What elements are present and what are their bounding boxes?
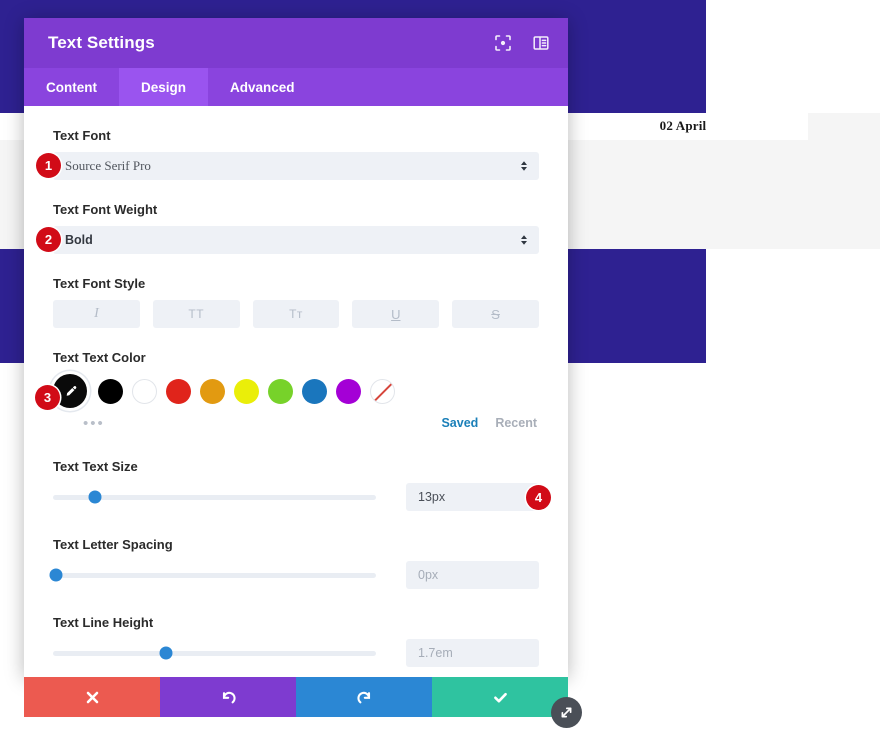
text-font-style-label: Text Font Style bbox=[53, 276, 146, 291]
undo-button[interactable] bbox=[160, 677, 296, 717]
save-button[interactable] bbox=[432, 677, 568, 717]
letter-spacing-label: Text Letter Spacing bbox=[53, 537, 173, 552]
swatch-purple[interactable] bbox=[336, 378, 361, 404]
text-size-slider-row: 13px 4 bbox=[53, 483, 551, 511]
redo-button[interactable] bbox=[296, 677, 432, 717]
field-text-font: Text Font 1 Source Serif Pro bbox=[36, 128, 539, 180]
text-font-weight-label: Text Font Weight bbox=[53, 202, 158, 217]
callout-badge-3: 3 bbox=[35, 385, 60, 410]
slider-thumb[interactable] bbox=[159, 646, 173, 660]
text-font-weight-select[interactable]: 2 Bold bbox=[36, 226, 539, 254]
tab-advanced[interactable]: Advanced bbox=[208, 68, 317, 106]
text-size-label: Text Text Size bbox=[53, 459, 138, 474]
check-icon bbox=[492, 689, 509, 706]
line-height-slider[interactable] bbox=[53, 643, 376, 663]
text-font-weight-value: Bold bbox=[65, 233, 93, 247]
color-tab-links: Saved Recent bbox=[441, 416, 539, 430]
modal-header-actions bbox=[494, 34, 550, 52]
swatch-transparent[interactable] bbox=[370, 378, 395, 404]
text-font-value: Source Serif Pro bbox=[65, 158, 151, 173]
chevron-updown-icon bbox=[519, 158, 529, 174]
text-size-slider[interactable] bbox=[53, 487, 376, 507]
field-text-font-style: Text Font Style I TT Tᴛ U S bbox=[53, 276, 539, 328]
line-height-input[interactable]: 1.7em bbox=[406, 639, 539, 667]
strikethrough-button[interactable]: S bbox=[452, 300, 539, 328]
swatch-black[interactable] bbox=[98, 378, 123, 404]
tab-content[interactable]: Content bbox=[24, 68, 119, 106]
swatch-orange[interactable] bbox=[200, 378, 225, 404]
discard-button[interactable] bbox=[24, 677, 160, 717]
recent-colors-link[interactable]: Recent bbox=[495, 416, 537, 430]
text-font-label: Text Font bbox=[53, 128, 111, 143]
close-icon bbox=[84, 689, 101, 706]
redo-icon bbox=[356, 689, 373, 706]
underline-button[interactable]: U bbox=[352, 300, 440, 328]
line-height-label: Text Line Height bbox=[53, 615, 154, 630]
color-swatch-meta-row: ••• Saved Recent bbox=[53, 413, 539, 433]
field-letter-spacing: Text Letter Spacing 0px bbox=[49, 537, 539, 589]
modal-header: Text Settings bbox=[24, 18, 568, 68]
eyedropper-icon bbox=[66, 385, 76, 396]
slider-thumb[interactable] bbox=[88, 490, 102, 504]
field-text-size: Text Text Size 13px 4 bbox=[53, 459, 551, 511]
callout-badge-4: 4 bbox=[526, 485, 551, 510]
swatch-green[interactable] bbox=[268, 378, 293, 404]
color-swatch-row: 3 bbox=[35, 374, 539, 410]
slider-track bbox=[53, 572, 376, 578]
swatch-white[interactable] bbox=[132, 378, 157, 404]
italic-button[interactable]: I bbox=[53, 300, 140, 328]
undo-icon bbox=[220, 689, 237, 706]
text-settings-modal: Text Settings Content Design Advanced Te… bbox=[24, 18, 568, 677]
modal-body: Text Font 1 Source Serif Pro Text Font W… bbox=[24, 106, 568, 677]
line-height-value: 1.7em bbox=[418, 646, 453, 660]
small-caps-button[interactable]: Tᴛ bbox=[252, 300, 340, 328]
chevron-updown-icon bbox=[519, 232, 529, 248]
modal-action-bar bbox=[24, 677, 568, 717]
letter-spacing-value: 0px bbox=[418, 568, 439, 582]
letter-spacing-slider[interactable] bbox=[49, 565, 376, 585]
field-text-font-weight: Text Font Weight 2 Bold bbox=[36, 202, 539, 254]
line-height-slider-row: 1.7em bbox=[53, 639, 539, 667]
font-style-button-group: I TT Tᴛ U S bbox=[53, 300, 539, 328]
background-date-label: 02 April bbox=[659, 118, 707, 133]
more-colors-button[interactable]: ••• bbox=[83, 416, 105, 431]
slider-track bbox=[53, 650, 376, 656]
resize-arrows-icon bbox=[561, 707, 572, 718]
field-text-color: Text Text Color 3 ••• Saved Recent bbox=[35, 350, 539, 433]
uppercase-button[interactable]: TT bbox=[152, 300, 240, 328]
modal-tab-bar: Content Design Advanced bbox=[24, 68, 568, 106]
slider-thumb[interactable] bbox=[49, 568, 63, 582]
text-size-input[interactable]: 13px 4 bbox=[406, 483, 551, 511]
saved-colors-link[interactable]: Saved bbox=[441, 416, 478, 430]
resize-handle[interactable] bbox=[551, 697, 582, 728]
swatch-red[interactable] bbox=[166, 378, 191, 404]
text-color-label: Text Text Color bbox=[53, 350, 146, 365]
tab-design[interactable]: Design bbox=[119, 68, 209, 106]
page-title: Text Settings bbox=[48, 33, 155, 52]
callout-badge-2: 2 bbox=[36, 227, 61, 252]
letter-spacing-slider-row: 0px bbox=[49, 561, 539, 589]
text-font-select[interactable]: 1 Source Serif Pro bbox=[36, 152, 539, 180]
text-size-value: 13px bbox=[418, 490, 446, 504]
layout-icon[interactable] bbox=[532, 34, 550, 52]
swatch-blue[interactable] bbox=[302, 378, 327, 404]
field-line-height: Text Line Height 1.7em bbox=[53, 615, 539, 667]
callout-badge-1: 1 bbox=[36, 153, 61, 178]
swatch-yellow[interactable] bbox=[234, 378, 259, 404]
letter-spacing-input[interactable]: 0px bbox=[406, 561, 539, 589]
focus-icon[interactable] bbox=[494, 34, 512, 52]
